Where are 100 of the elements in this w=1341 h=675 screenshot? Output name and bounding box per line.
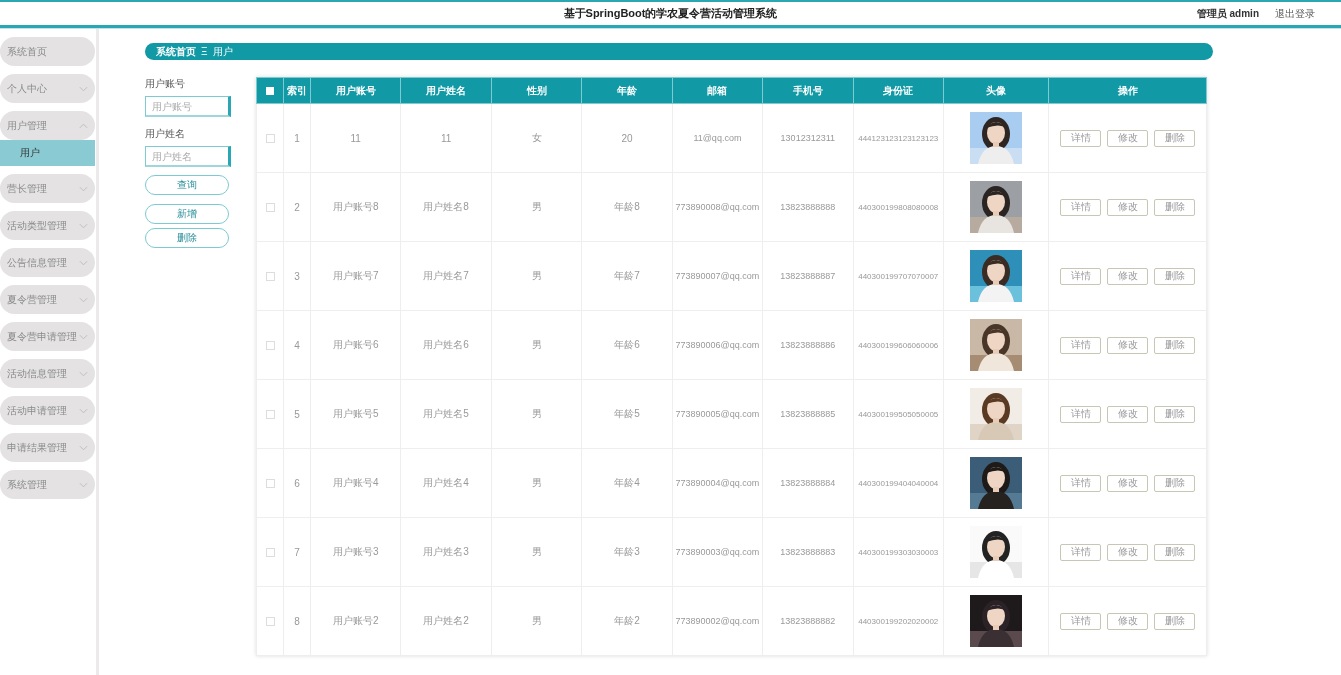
row-checkbox[interactable]: [265, 203, 275, 213]
row-action-button[interactable]: 修改: [1107, 612, 1148, 630]
menu-item[interactable]: 营长管理: [0, 174, 95, 203]
submenu-item[interactable]: 用户: [0, 140, 95, 166]
table-cell: 用户姓名2: [400, 586, 492, 656]
row-action-button[interactable]: 详情: [1060, 543, 1101, 561]
menu-item[interactable]: 夏令营管理: [0, 285, 95, 314]
table-cell: 年龄8: [581, 172, 673, 242]
select-all-checkbox[interactable]: [266, 87, 274, 96]
column-header: 年龄: [581, 77, 673, 104]
chevron-icon: [79, 122, 88, 129]
row-checkbox[interactable]: [265, 617, 275, 627]
table-cell: 11: [400, 103, 492, 173]
table-cell: 用户账号5: [310, 379, 401, 449]
field-label: 用户账号: [145, 77, 186, 91]
menu-item[interactable]: 用户管理: [0, 111, 95, 140]
row-action-button[interactable]: 删除: [1154, 198, 1195, 216]
chevron-icon: [79, 185, 88, 192]
menu-item[interactable]: 活动申请管理: [0, 396, 95, 425]
search-field[interactable]: 用户账号: [145, 96, 231, 117]
table-cell: 7: [283, 517, 311, 587]
table-cell: 用户姓名6: [400, 310, 492, 380]
breadcrumb-current: 用户: [212, 44, 233, 59]
row-action-button[interactable]: 删除: [1154, 405, 1195, 423]
row-checkbox[interactable]: [265, 341, 275, 351]
action-button[interactable]: 新增: [145, 204, 229, 224]
chevron-icon: [79, 222, 88, 229]
table-cell: 用户姓名7: [400, 241, 492, 311]
table-cell: 20: [581, 103, 673, 173]
row-action-button[interactable]: 修改: [1107, 336, 1148, 354]
row-action-button[interactable]: 删除: [1154, 129, 1195, 147]
table-cell: 女: [491, 103, 582, 173]
row-checkbox[interactable]: [265, 548, 275, 558]
menu-item[interactable]: 活动信息管理: [0, 359, 95, 388]
row-checkbox[interactable]: [265, 272, 275, 282]
row-action-button[interactable]: 详情: [1060, 612, 1101, 630]
row-action-button[interactable]: 修改: [1107, 405, 1148, 423]
table-cell: 440300199303030003: [853, 517, 944, 587]
table-cell: 773890004@qq.com: [672, 448, 763, 518]
table-cell: 用户账号3: [310, 517, 401, 587]
breadcrumb-home[interactable]: 系统首页: [156, 44, 196, 59]
table-cell: 5: [283, 379, 311, 449]
table-cell: 440300199808080008: [853, 172, 944, 242]
table-cell: 男: [491, 379, 582, 449]
table-cell: 13823888888: [762, 172, 854, 242]
column-header: 用户姓名: [400, 77, 492, 104]
menu-item[interactable]: 公告信息管理: [0, 248, 95, 277]
action-button[interactable]: 删除: [145, 228, 229, 248]
row-action-button[interactable]: 修改: [1107, 198, 1148, 216]
column-header: 用户账号: [310, 77, 401, 104]
table-cell: 男: [491, 448, 582, 518]
table-cell: 773890007@qq.com: [672, 241, 763, 311]
row-action-button[interactable]: 修改: [1107, 267, 1148, 285]
row-checkbox[interactable]: [265, 134, 275, 144]
search-field[interactable]: 用户姓名: [145, 146, 231, 167]
table-cell: 用户姓名3: [400, 517, 492, 587]
table-cell: 用户姓名4: [400, 448, 492, 518]
table-cell: 年龄4: [581, 448, 673, 518]
row-action-button[interactable]: 删除: [1154, 267, 1195, 285]
table-cell: 2: [283, 172, 311, 242]
row-action-button[interactable]: 详情: [1060, 405, 1101, 423]
row-action-button[interactable]: 删除: [1154, 612, 1195, 630]
row-action-button[interactable]: 删除: [1154, 336, 1195, 354]
row-action-button[interactable]: 修改: [1107, 543, 1148, 561]
row-action-button[interactable]: 删除: [1154, 474, 1195, 492]
row-action-button[interactable]: 详情: [1060, 474, 1101, 492]
table-cell: 男: [491, 517, 582, 587]
row-action-button[interactable]: 修改: [1107, 474, 1148, 492]
table-cell: 444123123123123123: [853, 103, 944, 173]
row-action-button[interactable]: 详情: [1060, 198, 1101, 216]
table-cell: 13823888883: [762, 517, 854, 587]
menu-item[interactable]: 夏令营申请管理: [0, 322, 95, 351]
menu-item[interactable]: 系统管理: [0, 470, 95, 499]
table-cell: 男: [491, 172, 582, 242]
table-cell: 773890003@qq.com: [672, 517, 763, 587]
table-cell: 13823888886: [762, 310, 854, 380]
table-cell: 男: [491, 310, 582, 380]
row-checkbox[interactable]: [265, 410, 275, 420]
chevron-icon: [79, 333, 88, 340]
row-action-button[interactable]: 详情: [1060, 336, 1101, 354]
logout-link[interactable]: 退出登录: [1275, 6, 1315, 21]
row-action-button[interactable]: 详情: [1060, 267, 1101, 285]
action-button[interactable]: 查询: [145, 175, 229, 195]
menu-item[interactable]: 个人中心: [0, 74, 95, 103]
menu-item[interactable]: 申请结果管理: [0, 433, 95, 462]
user-label: 管理员 admin: [1196, 6, 1259, 21]
menu-item[interactable]: 活动类型管理: [0, 211, 95, 240]
row-checkbox[interactable]: [265, 479, 275, 489]
table-cell: 440300199606060006: [853, 310, 944, 380]
table-cell: 年龄7: [581, 241, 673, 311]
row-action-button[interactable]: 详情: [1060, 129, 1101, 147]
table-cell: 用户账号6: [310, 310, 401, 380]
menu-item[interactable]: 系统首页: [0, 37, 95, 66]
table-cell: 用户账号4: [310, 448, 401, 518]
table-cell: 用户姓名5: [400, 379, 492, 449]
row-action-button[interactable]: 删除: [1154, 543, 1195, 561]
table-cell: 13823888882: [762, 586, 854, 656]
row-action-button[interactable]: 修改: [1107, 129, 1148, 147]
table-cell: 11: [310, 103, 401, 173]
chevron-icon: [79, 370, 88, 377]
